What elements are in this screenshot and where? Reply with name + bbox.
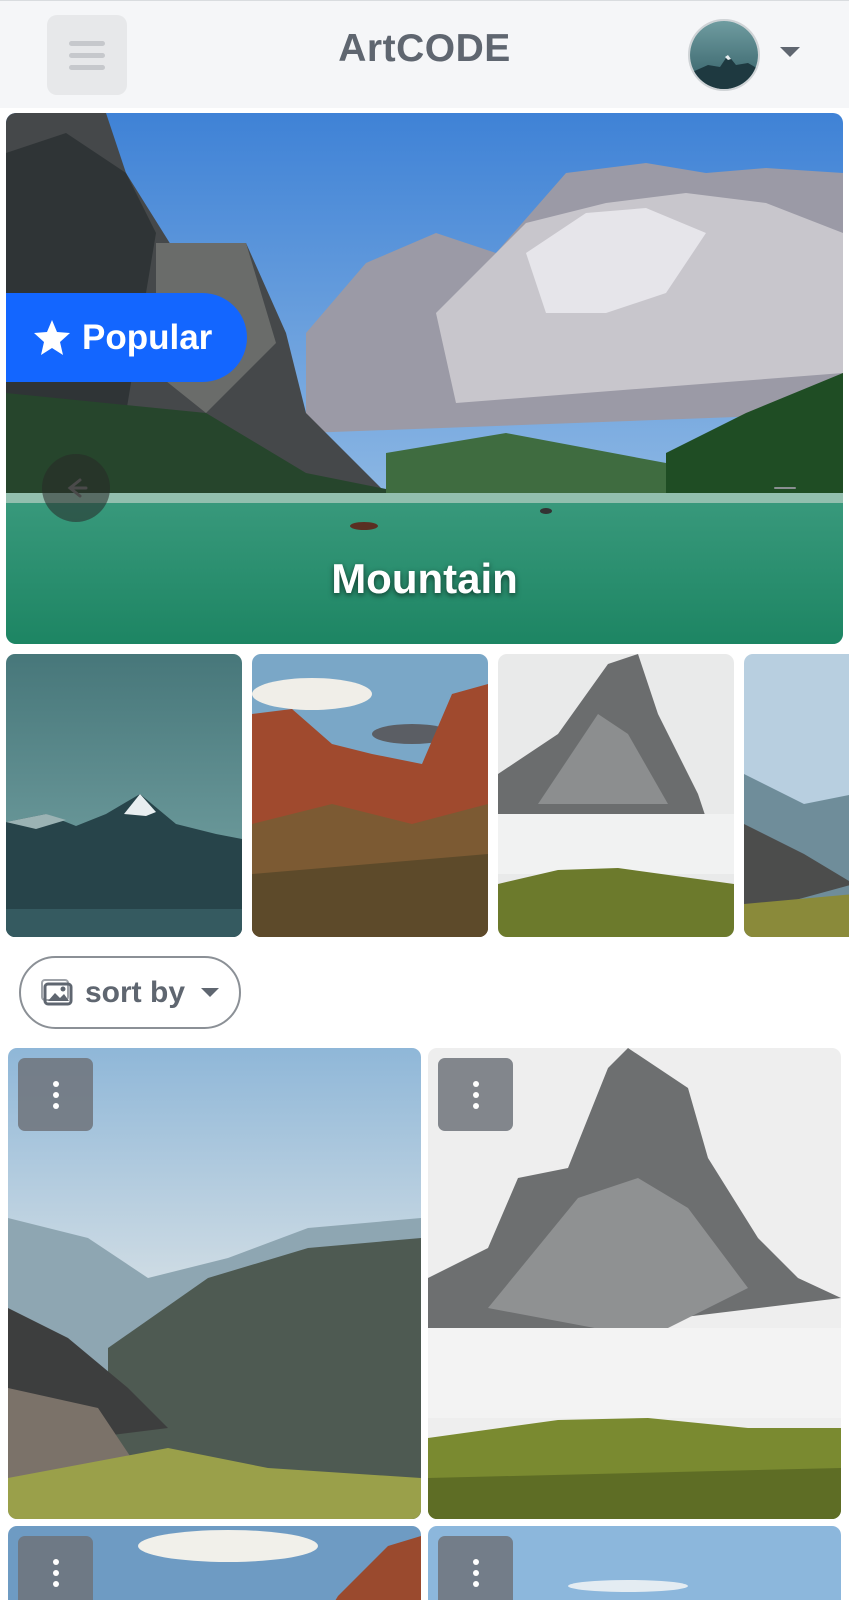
more-vertical-icon[interactable] [18,1536,93,1600]
caret-down-icon[interactable] [780,47,800,57]
hero-caption: Mountain [331,555,518,602]
thumbnail-strip[interactable] [6,654,849,937]
arrow-left-icon[interactable] [42,454,110,522]
sort-by-button[interactable]: sort by [19,956,241,1029]
user-avatar[interactable] [688,19,760,91]
arrow-right-icon[interactable] [751,454,819,522]
sort-by-label: sort by [85,975,186,1009]
image-icon [41,978,73,1005]
popular-badge: Popular [6,293,247,382]
app-header: ArtCODE [0,0,849,108]
grid-card-sky[interactable] [428,1526,841,1600]
more-vertical-icon[interactable] [438,1536,513,1600]
thumbnail-valley-partial[interactable] [744,654,849,937]
thumbnail-red-canyon[interactable] [252,654,488,937]
star-icon [34,319,70,355]
caret-down-icon [201,988,220,997]
thumbnail-foggy-spire[interactable] [498,654,734,937]
more-vertical-icon[interactable] [18,1058,93,1131]
grid-card-valley[interactable] [8,1048,421,1519]
grid-card-foggy-spire[interactable] [428,1048,841,1519]
popular-badge-label: Popular [82,317,213,357]
more-vertical-icon[interactable] [438,1058,513,1131]
grid-card-canyon[interactable] [8,1526,421,1600]
thumbnail-teal-peak[interactable] [6,654,242,937]
